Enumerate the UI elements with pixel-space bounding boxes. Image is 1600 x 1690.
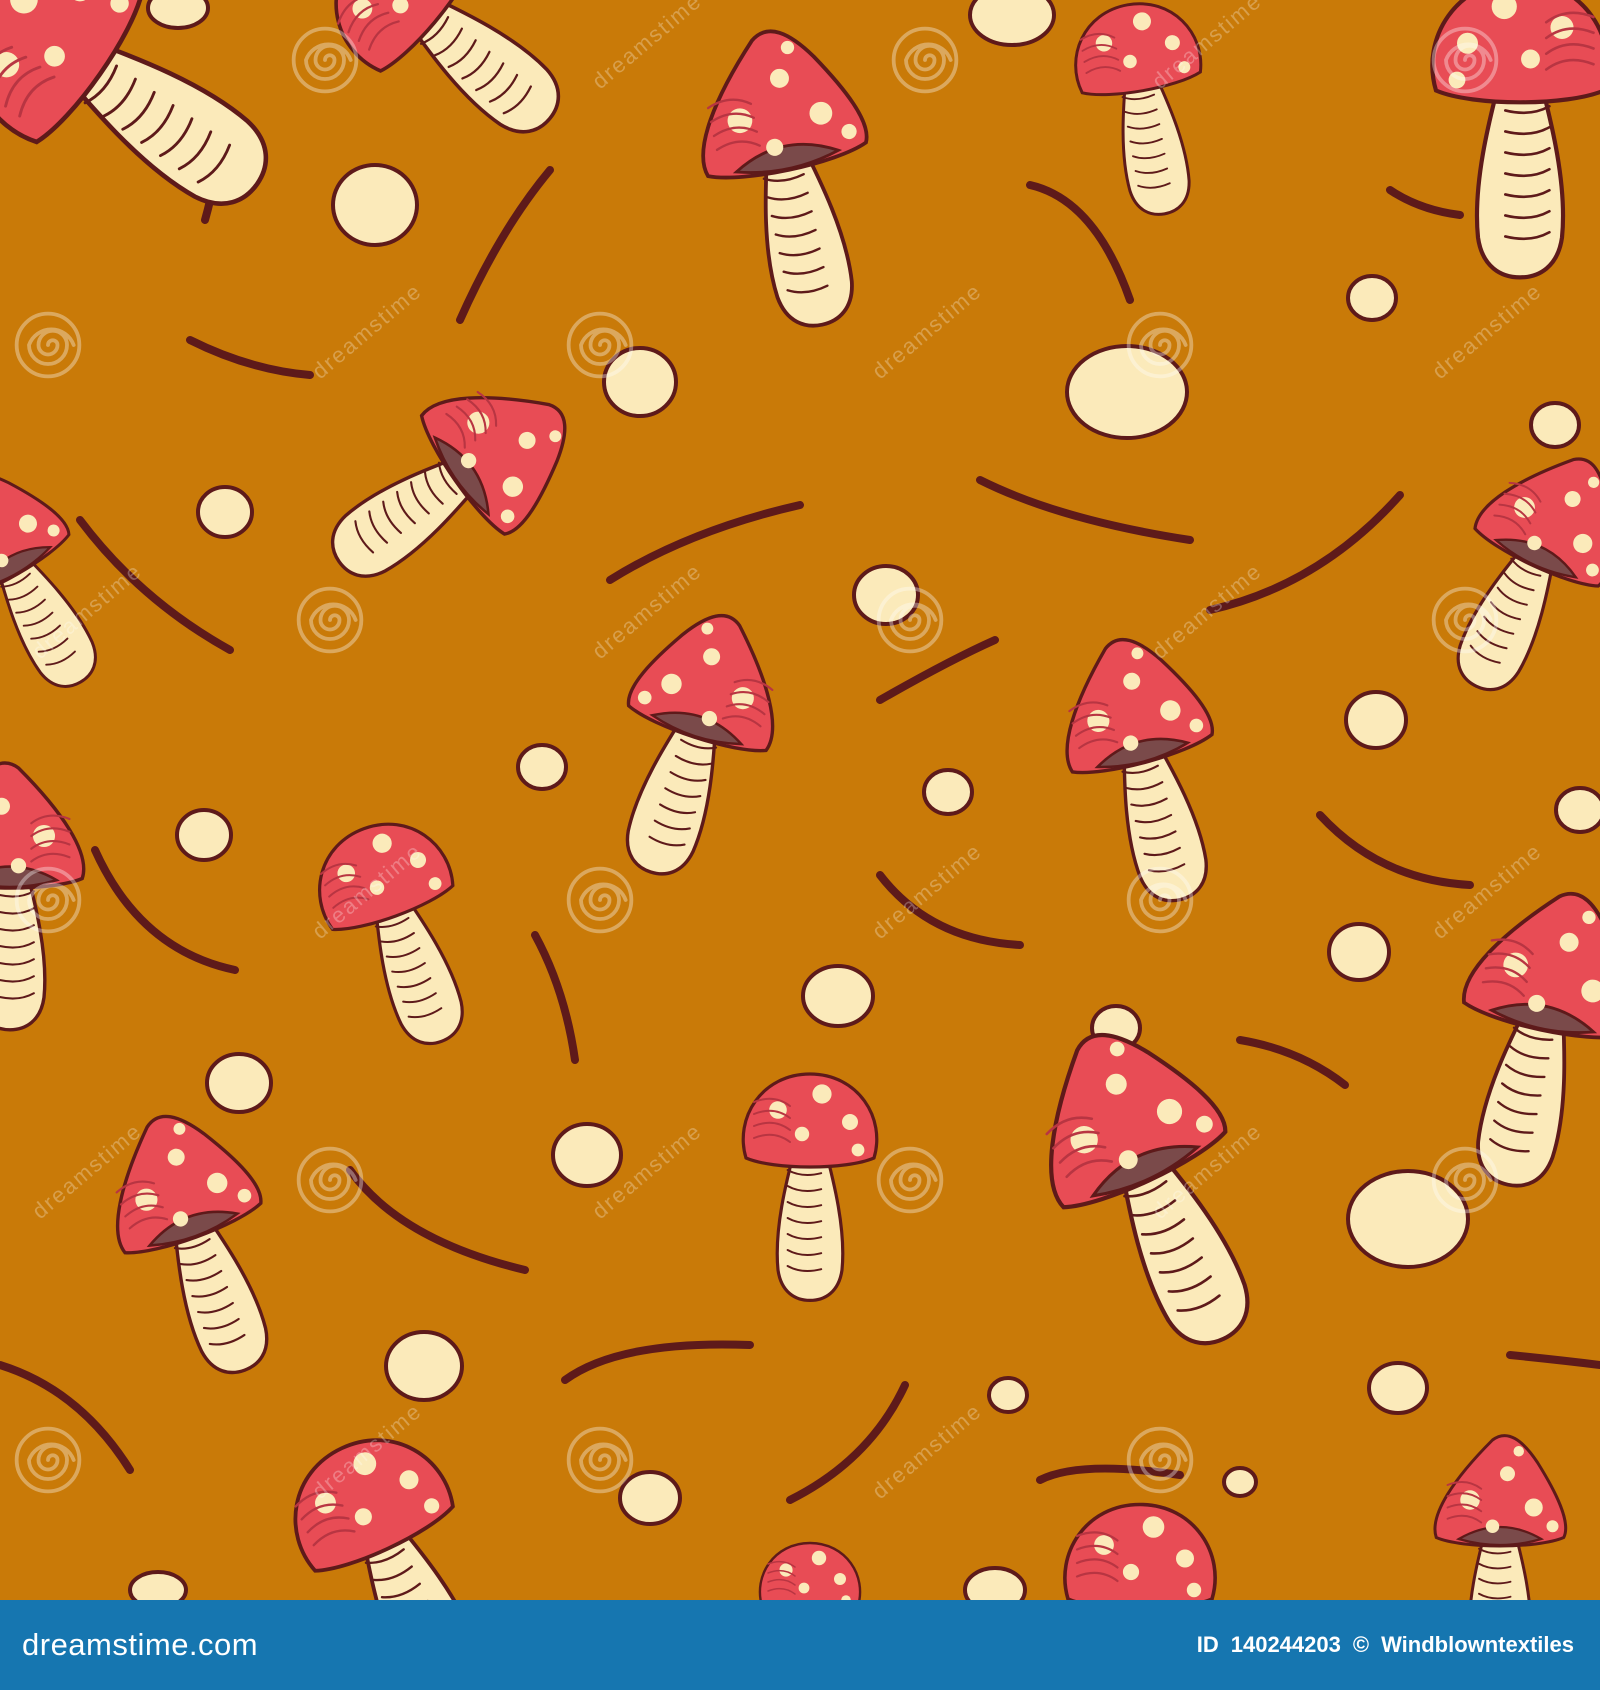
cream-dot [1529,401,1581,449]
cap-spot [811,1550,827,1566]
cream-dot [551,1122,623,1188]
cap-spot [1176,1549,1194,1568]
cream-dot [384,1330,464,1402]
image-id: 140244203 [1230,1632,1341,1657]
cream-dot [146,0,210,30]
cream-dot [801,964,875,1028]
footer-bar: dreamstime.com ID 140244203 © Windblownt… [0,1600,1600,1690]
cap-spot [1524,1498,1543,1517]
id-label: ID [1196,1632,1219,1657]
cap-spot [1500,1466,1515,1482]
image-credit: ID 140244203 © Windblowntextiles [1197,1632,1574,1658]
cream-dot [618,1470,682,1526]
cap-spot [1521,49,1540,69]
cap-spot [1546,1520,1559,1533]
cream-dot [922,768,974,816]
cream-dot [331,163,419,247]
cap-spot [1142,1516,1165,1538]
cream-dot [128,1570,188,1600]
cream-dot [1222,1466,1258,1498]
cap-spot [1186,1582,1202,1598]
cap-spot [10,858,27,874]
cream-dot [987,1376,1029,1414]
copyright-icon: © [1352,1632,1370,1657]
site-name[interactable]: dreamstime.com [22,1627,258,1663]
stock-image: dreamstime dreamstime dreamstime dreamstime… [0,0,1600,1690]
cream-dot [205,1052,273,1114]
cap-spot [794,1126,810,1142]
cream-dot [1344,690,1408,750]
cream-dot [175,808,233,862]
cap-spot [834,1573,846,1585]
cream-dot [1346,274,1398,322]
cream-dot [968,0,1056,47]
cream-dot [852,564,920,626]
cap-spot [812,1084,832,1104]
cream-dot [196,485,254,539]
cap-spot [1513,1446,1524,1457]
cream-dot [1327,922,1391,982]
cap-spot [798,1582,810,1594]
cap-spot [842,1114,858,1130]
cap-spot [851,1143,865,1157]
cream-dot [1346,1169,1470,1269]
cap-spot [1122,1563,1140,1581]
author-name[interactable]: Windblowntextiles [1381,1632,1574,1658]
cream-dot [1554,786,1600,834]
cap-spot [1485,1519,1500,1533]
cream-dot [963,1566,1027,1600]
cream-dot [1367,1361,1429,1415]
cream-dot [516,743,568,791]
mushroom-pattern: dreamstime dreamstimedreamstime dreamstime… [0,0,1600,1600]
